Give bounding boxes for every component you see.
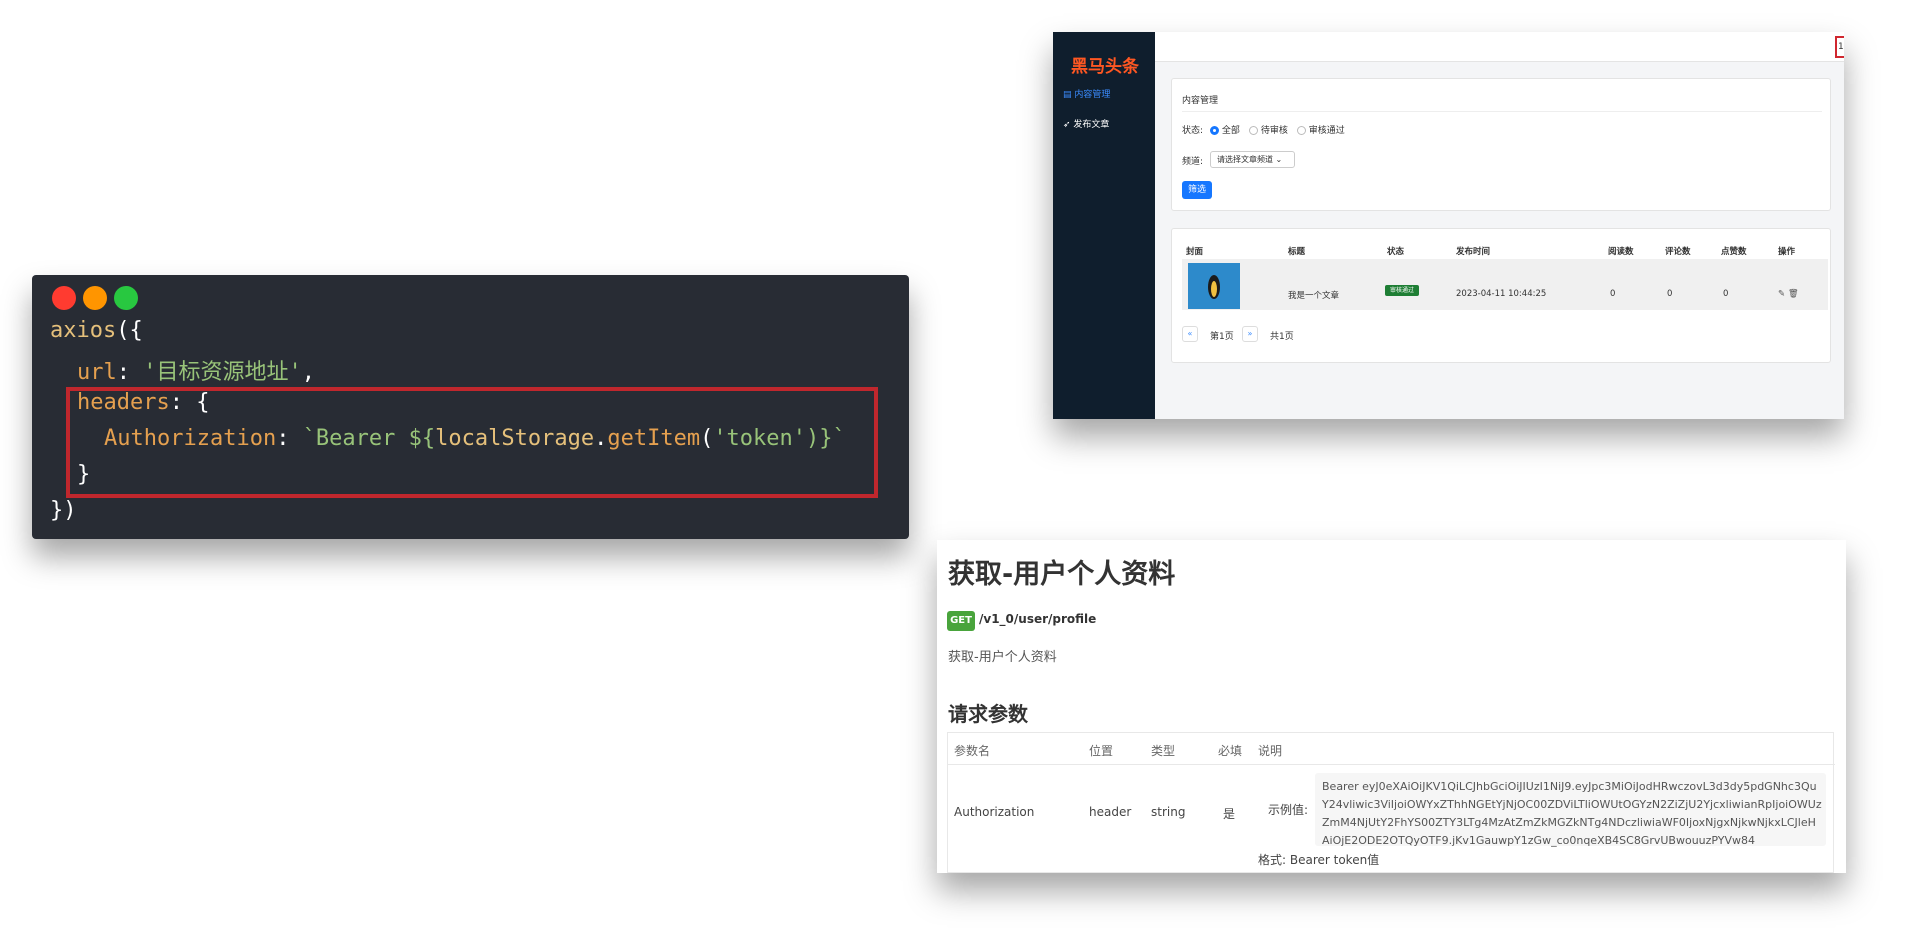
example-token: Bearer eyJ0eXAiOiJKV1QiLCJhbGciOiJIUzI1N… (1322, 780, 1822, 847)
top-bar: 13888888888 退出 (1155, 32, 1844, 62)
api-title: 获取-用户个人资料 (948, 559, 1176, 590)
maximize-dot-icon (114, 286, 138, 310)
status-option-approved[interactable]: 审核通过 (1296, 126, 1345, 136)
sidebar-item-publish-article[interactable]: ➶ 发布文章 (1063, 117, 1109, 130)
example-value-box: Bearer eyJ0eXAiOiJKV1QiLCJhbGciOiJIUzI1N… (1315, 773, 1826, 847)
param-col-description: 说明 (1258, 744, 1283, 758)
col-header-likes: 点赞数 (1721, 247, 1747, 257)
channel-select[interactable]: 请选择文章频道 ⌄ (1210, 151, 1295, 168)
code-line-2: url: '目标资源地址', (77, 360, 315, 385)
status-option-all[interactable]: 全部 (1209, 126, 1240, 136)
panel-title: 内容管理 (1182, 96, 1219, 106)
filter-button[interactable]: 筛选 (1182, 181, 1212, 199)
current-page: 第1页 (1210, 332, 1234, 342)
api-doc-screenshot: 获取-用户个人资料 GET /v1_0/user/profile 获取-用户个人… (937, 540, 1846, 873)
param-col-location: 位置 (1089, 744, 1114, 758)
row-likes: 0 (1723, 289, 1729, 299)
app-logo: 黑马头条 (1071, 57, 1139, 77)
row-reads: 0 (1610, 289, 1616, 299)
filter-panel: 内容管理 状态: 全部 待审核 审核通过 频道: 请选择文章频道 ⌄ 筛选 (1171, 78, 1831, 211)
col-header-reads: 阅读数 (1608, 247, 1634, 257)
headers-highlight-box (66, 387, 878, 498)
params-heading: 请求参数 (948, 702, 1028, 726)
param-type: string (1151, 805, 1186, 819)
prev-page-button[interactable]: « (1182, 326, 1198, 342)
user-phone-highlight[interactable]: 13888888888 (1835, 36, 1844, 58)
param-col-required: 必填 (1218, 744, 1243, 758)
code-line-1: axios({ (50, 318, 143, 343)
cover-image (1188, 263, 1240, 309)
article-table-panel: 封面 标题 状态 发布时间 阅读数 评论数 点赞数 操作 我是一个文章 审核通过… (1171, 228, 1831, 363)
row-title[interactable]: 我是一个文章 (1288, 289, 1339, 301)
close-dot-icon (52, 286, 76, 310)
table-row (1182, 259, 1828, 310)
api-description: 获取-用户个人资料 (948, 650, 1057, 665)
sidebar: 黑马头条 ▤ 内容管理 ➶ 发布文章 (1053, 32, 1155, 419)
row-time: 2023-04-11 10:44:25 (1456, 289, 1547, 299)
col-header-actions: 操作 (1778, 247, 1796, 257)
api-path: /v1_0/user/profile (979, 612, 1097, 626)
code-line-6: }) (50, 498, 77, 523)
code-snippet-window: axios({ url: '目标资源地址', headers: { Author… (32, 275, 909, 539)
col-header-time: 发布时间 (1456, 247, 1491, 257)
param-location: header (1089, 805, 1132, 819)
param-required: 是 (1223, 807, 1236, 821)
row-comments: 0 (1667, 289, 1673, 299)
col-header-cover: 封面 (1186, 247, 1204, 257)
http-method-badge: GET (947, 611, 975, 631)
send-icon: ➶ (1063, 120, 1071, 130)
edit-icon[interactable]: ✎ (1778, 289, 1785, 299)
format-note: 格式: Bearer token值 (1258, 853, 1380, 867)
col-header-comments: 评论数 (1665, 247, 1691, 257)
col-header-title: 标题 (1288, 247, 1306, 257)
col-header-status: 状态 (1387, 247, 1405, 257)
admin-panel-screenshot: 黑马头条 ▤ 内容管理 ➶ 发布文章 13888888888 退出 内容管理 状… (1053, 32, 1844, 419)
divider (1182, 111, 1822, 112)
channel-label: 频道: (1182, 157, 1204, 167)
params-table: 参数名 位置 类型 必填 说明 Authorization header str… (947, 732, 1835, 873)
minimize-dot-icon (83, 286, 107, 310)
example-label: 示例值: (1268, 803, 1309, 817)
chevron-down-icon: ⌄ (1275, 155, 1283, 164)
status-filter: 状态: 全部 待审核 审核通过 (1182, 126, 1345, 136)
trash-icon[interactable]: 🗑 (1788, 289, 1799, 299)
total-pages: 共1页 (1270, 332, 1294, 342)
param-col-name: 参数名 (954, 744, 991, 758)
sidebar-item-content-manage[interactable]: ▤ 内容管理 (1063, 87, 1110, 100)
next-page-button[interactable]: » (1242, 326, 1258, 342)
status-option-pending[interactable]: 待审核 (1248, 126, 1288, 136)
row-actions: ✎ 🗑 (1778, 289, 1799, 299)
param-col-type: 类型 (1151, 744, 1176, 758)
status-badge: 审核通过 (1385, 285, 1419, 296)
param-name: Authorization (954, 805, 1035, 819)
params-table-header: 参数名 位置 类型 必填 说明 (948, 733, 1835, 765)
document-icon: ▤ (1063, 90, 1072, 100)
